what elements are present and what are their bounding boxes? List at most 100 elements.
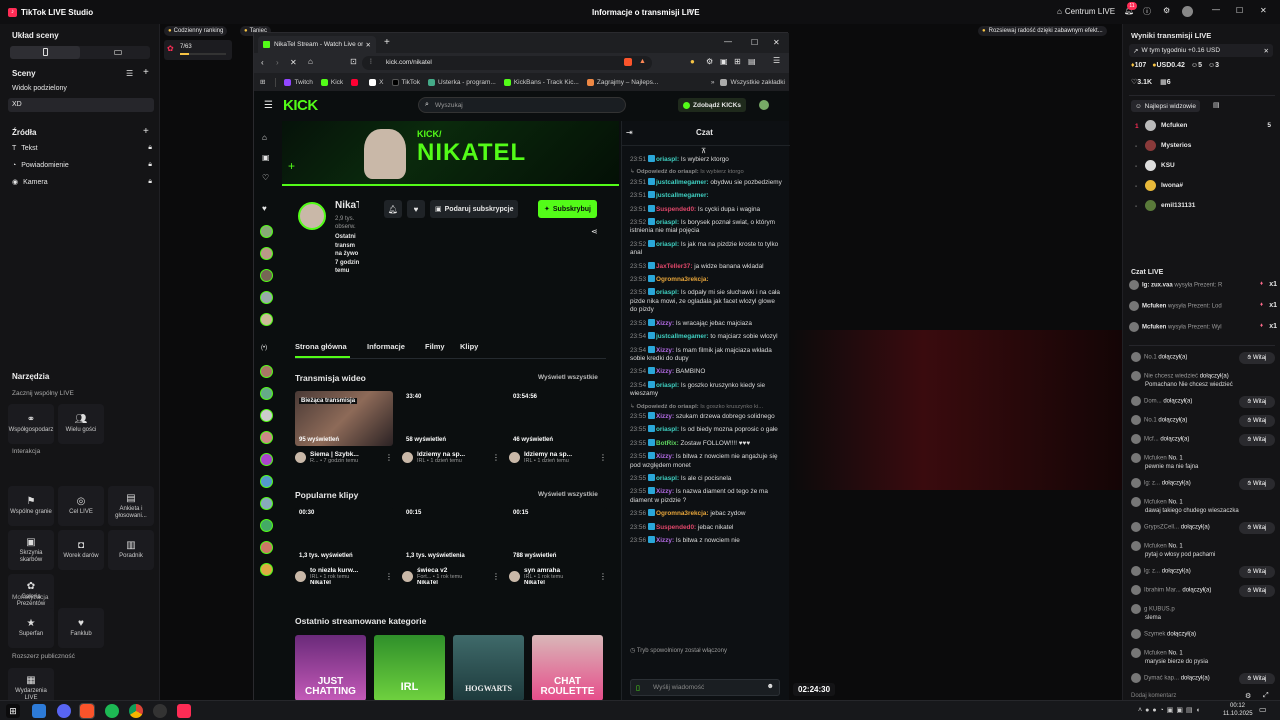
bookmark-usterka[interactable]: Usterka - program... (428, 78, 496, 86)
back-icon[interactable]: ‹ (261, 58, 264, 67)
menu-icon[interactable]: ☰ (773, 56, 780, 65)
user-avatar[interactable] (759, 100, 769, 110)
brave-icon[interactable] (79, 703, 95, 719)
share-icon[interactable]: ↗ (686, 7, 693, 16)
share-icon[interactable]: ⋖ (591, 227, 598, 236)
chat-username[interactable]: Xizzy: (656, 453, 674, 460)
apps-icon[interactable]: ⊞ (260, 78, 265, 86)
guide-tool[interactable]: ▥ Poradnik (108, 530, 154, 570)
fanclub-tool[interactable]: ♥ Fanklub (58, 608, 104, 648)
chat-username[interactable]: JaxTeller37: (656, 263, 692, 270)
category-card[interactable]: JUST CHATTING (295, 635, 366, 701)
chat-username[interactable]: BotRix: (656, 440, 679, 447)
witaj-button[interactable]: ✋︎ Witaj (1239, 434, 1275, 446)
live-icon[interactable]: (•) (261, 345, 267, 351)
notifications-button[interactable]: 🔔︎ (384, 200, 402, 218)
chat-username[interactable]: Xizzy: (656, 488, 674, 495)
chat-username[interactable]: Odpowiedź do oriaspl: (636, 404, 698, 410)
superfan-tool[interactable]: ★ Superfan (8, 608, 54, 648)
effects-banner[interactable]: ● Rozsiewaj radość dzięki zabawnym efekt.… (978, 26, 1107, 36)
recommended-channel-avatar[interactable] (260, 519, 273, 532)
gear-icon[interactable]: ⚙ (1163, 6, 1170, 15)
layout-toggle[interactable] (10, 46, 150, 59)
bookmark-kick[interactable]: Kick (320, 78, 343, 86)
scene-item[interactable]: Widok podzielony (12, 85, 67, 92)
live-goal-tool[interactable]: ◎ Cel LIVE (58, 486, 104, 526)
pinned-icon[interactable]: ⊼ (701, 147, 706, 155)
more-bookmarks-icon[interactable]: » (711, 79, 715, 86)
browse-icon[interactable]: ▣ (262, 153, 270, 162)
get-kicks-button[interactable]: Zdobądź KICKs (678, 98, 747, 112)
followed-channel-avatar[interactable] (260, 225, 273, 238)
clock-time[interactable]: 00:12 (1230, 703, 1245, 709)
lock-icon[interactable]: 🔒︎ (148, 161, 152, 169)
followed-channel-avatar[interactable] (260, 247, 273, 260)
list-icon[interactable]: ☰ (126, 69, 133, 78)
bookmark-kickbans[interactable]: KickBans - Track Kic... (503, 78, 579, 86)
spotify-icon[interactable] (105, 704, 119, 718)
recommended-channel-avatar[interactable] (260, 387, 273, 400)
clip-card[interactable]: 00:15 788 wyświetleń syn amraha IRL • 1 ro… (509, 507, 607, 586)
kick-logo[interactable]: KICK (283, 97, 318, 114)
site-info-icon[interactable]: ⋮ (368, 58, 374, 65)
chat-username[interactable]: oriaspl: (656, 382, 679, 389)
clips-see-all[interactable]: Wyświetl wszystkie (538, 491, 598, 498)
chat-username[interactable]: Xizzy: (656, 413, 674, 420)
list-icon[interactable]: ▤ (1213, 101, 1220, 109)
followed-channel-avatar[interactable] (260, 291, 273, 304)
chat-username[interactable]: oriaspl: (656, 241, 679, 248)
comment-expand-icon[interactable]: ⤢ (1263, 692, 1269, 700)
chat-username[interactable]: justcallmegamer: (656, 179, 709, 186)
chat-username[interactable]: Ogromna3rekcja: (656, 276, 709, 283)
notification-center-icon[interactable]: ▭ (1259, 705, 1267, 714)
daily-ranking-chip[interactable]: ● Codzienny ranking (164, 26, 228, 36)
category-card[interactable]: CHAT ROULETTE (532, 635, 603, 701)
extension-icon[interactable]: ▤ (748, 57, 756, 66)
comment-settings-icon[interactable]: ⚙ (1245, 692, 1251, 700)
recommended-channel-avatar[interactable] (260, 475, 273, 488)
clip-card[interactable]: 00:15 1,3 tys. wyświetlenia świeca v2 Fort… (402, 507, 500, 586)
more-options-icon[interactable]: ⋮ (492, 453, 500, 462)
lock-icon[interactable]: 🔒︎ (148, 178, 152, 186)
chrome-icon[interactable] (129, 704, 143, 718)
extension-icon[interactable]: ⊞ (734, 57, 741, 66)
video-title[interactable]: Siema | Szybk... (310, 451, 385, 458)
add-source-icon[interactable]: + (143, 126, 149, 137)
scene-item-selected[interactable]: XD (8, 98, 154, 112)
witaj-button[interactable]: ✋︎ Witaj (1239, 396, 1275, 408)
subscribe-button[interactable]: ✦ Subskrybuj (538, 200, 597, 218)
poll-tool[interactable]: ▤ Ankieta i głosowani... (108, 486, 154, 526)
bookmark-twitch[interactable]: Twitch (284, 78, 313, 86)
clip-author[interactable]: NikaTel (310, 580, 385, 586)
tab-clips[interactable]: Klipy (460, 342, 478, 351)
chat-username[interactable]: oriaspl: (656, 475, 679, 482)
chat-username[interactable]: Xizzy: (656, 537, 674, 544)
witaj-button[interactable]: ✋︎ Witaj (1239, 566, 1275, 578)
chat-username[interactable]: oriaspl: (656, 289, 679, 296)
chat-username[interactable]: oriaspl: (656, 426, 679, 433)
tiktok-icon[interactable] (177, 704, 191, 718)
minimize-icon[interactable]: — (724, 37, 732, 46)
bookmark-zagrajmy[interactable]: Zagrajmy – Najleps... (586, 78, 658, 86)
obs-icon[interactable] (153, 704, 167, 718)
clock-date[interactable]: 11.10.2025 (1223, 711, 1253, 717)
more-options-icon[interactable]: ⋮ (385, 572, 393, 581)
multi-guest-tool[interactable]: 👥︎ Wielu gości (58, 404, 104, 444)
rewards-icon[interactable]: ▲ (639, 58, 646, 65)
clip-thumbnail[interactable]: 00:15 788 wyświetleń (509, 507, 607, 562)
more-options-icon[interactable]: ⋮ (599, 572, 607, 581)
tab-close-icon[interactable]: ✕ (366, 41, 371, 49)
emoji-icon[interactable]: ☻ (767, 683, 774, 690)
chat-username[interactable]: Suspended0: (656, 206, 696, 213)
bookmark-icon[interactable]: ⊡ (350, 57, 357, 66)
clip-title[interactable]: świeca v2 (417, 567, 492, 574)
clip-card[interactable]: 00:30 1,3 tys. wyświetleń to niezła kurw.… (295, 507, 393, 586)
top-viewer-row[interactable]: - Iwona# (1131, 180, 1271, 200)
witaj-button[interactable]: ✋︎ Witaj (1239, 585, 1275, 597)
extension-icon[interactable]: ▣ (720, 57, 728, 66)
home-icon[interactable]: ⌂ (262, 133, 267, 142)
chat-username[interactable]: Xizzy: (656, 368, 674, 375)
follow-button[interactable]: ♥ (407, 200, 425, 218)
channel-avatar[interactable] (298, 202, 326, 230)
followed-channel-avatar[interactable] (260, 313, 273, 326)
